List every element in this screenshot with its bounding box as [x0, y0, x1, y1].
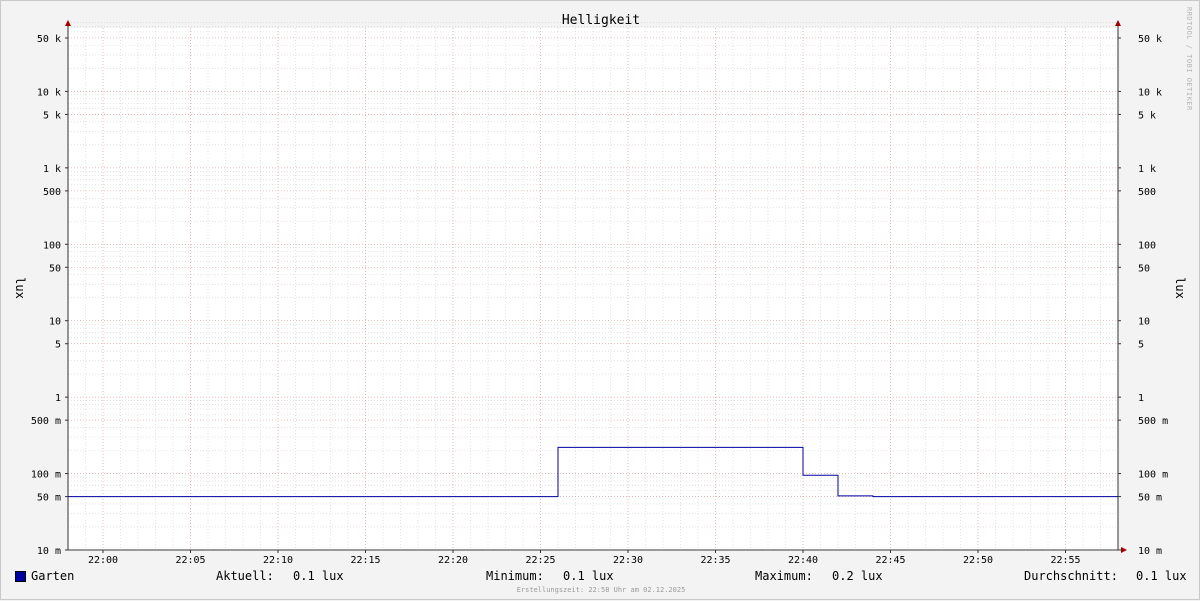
y-tick-labels-left: 50 k 10 k 5 k 1 k 500 100 50 10 5 1 500 m 100 m 50 m…: [31, 34, 61, 557]
watermark: RRDTOOL / TOBI OETIKER: [1185, 7, 1193, 111]
x-tick-labels: 22:00 22:05 22:10 22:15 22:20 22:25 22:30 22:35…: [88, 555, 1081, 566]
y-tick-label-right: 50 k: [1138, 34, 1162, 45]
y-axis-label-left: lux: [13, 277, 27, 299]
y-tick-labels-right: 50 k 10 k 5 k 1 k 500 100 50 10 5 1 500 m 100 m 50 m…: [1138, 34, 1168, 557]
y-tick-label-right: 500: [1138, 187, 1156, 198]
y-tick-label-right: 50: [1138, 263, 1150, 274]
y-tick-label-left: 5 k: [43, 110, 61, 121]
x-tick-label: 22:15: [350, 555, 380, 566]
x-tick-label: 22:35: [700, 555, 730, 566]
x-tick-label: 22:25: [525, 555, 555, 566]
y-tick-label-left: 1 k: [43, 164, 61, 175]
legend-durchschnitt-label: Durchschnitt:: [1024, 569, 1118, 583]
y-tick-label-right: 1 k: [1138, 164, 1156, 175]
x-tick-label: 22:45: [875, 555, 905, 566]
y-tick-label-right: 10 k: [1138, 87, 1162, 98]
y-tick-label-left: 50 k: [37, 34, 61, 45]
x-tick-label: 22:50: [963, 555, 993, 566]
y-tick-label-left: 1: [55, 393, 61, 404]
y-tick-label-right: 10 m: [1138, 546, 1162, 557]
y-axis-right-arrow: [1115, 20, 1121, 26]
y-tick-label-left: 10: [49, 317, 61, 328]
legend-swatch-garten: [15, 571, 26, 582]
legend-aktuell-value: 0.1 lux: [293, 569, 344, 583]
y-tick-label-left: 5: [55, 340, 61, 351]
legend-minimum-value: 0.1 lux: [563, 569, 614, 583]
footer-timestamp: Erstellungszeit: 22:58 Uhr am 02.12.2025: [516, 586, 686, 594]
x-tick-label: 22:10: [263, 555, 293, 566]
x-tick-label: 22:20: [438, 555, 468, 566]
y-tick-label-right: 1: [1138, 393, 1144, 404]
legend-durchschnitt-value: 0.1 lux: [1136, 569, 1187, 583]
legend-minimum-label: Minimum:: [486, 569, 544, 583]
y-axis-left-arrow: [65, 20, 71, 26]
y-tick-label-right: 10: [1138, 317, 1150, 328]
y-tick-label-left: 500 m: [31, 416, 61, 427]
y-tick-label-left: 10 m: [37, 546, 61, 557]
x-axis-arrow: [1121, 547, 1127, 553]
y-tick-label-right: 5 k: [1138, 110, 1156, 121]
y-tick-label-left: 500: [43, 187, 61, 198]
y-tick-label-right: 100 m: [1138, 470, 1168, 481]
x-tick-label: 22:40: [788, 555, 818, 566]
y-tick-label-left: 50: [49, 263, 61, 274]
x-tick-label: 22:05: [175, 555, 205, 566]
x-tick-label: 22:55: [1050, 555, 1080, 566]
y-axis-label-right: lux: [1173, 277, 1187, 299]
legend-maximum-value: 0.2 lux: [832, 569, 883, 583]
x-tick-label: 22:30: [613, 555, 643, 566]
y-tick-label-left: 10 k: [37, 87, 61, 98]
legend-series-name: Garten: [31, 569, 75, 583]
y-tick-label-right: 5: [1138, 340, 1144, 351]
brightness-chart: 50 k 10 k 5 k 1 k 500 100 50 10 5 1 500 m 100 m 50 m…: [13, 13, 1187, 566]
y-tick-label-left: 50 m: [37, 493, 61, 504]
y-tick-label-left: 100: [43, 240, 61, 251]
x-tick-label: 22:00: [88, 555, 118, 566]
y-tick-label-right: 50 m: [1138, 493, 1162, 504]
chart-frame: 50 k 10 k 5 k 1 k 500 100 50 10 5 1 500 m 100 m 50 m…: [0, 0, 1200, 600]
y-tick-label-right: 100: [1138, 240, 1156, 251]
legend-aktuell-label: Aktuell:: [216, 569, 274, 583]
y-tick-label-left: 100 m: [31, 470, 61, 481]
y-tick-label-right: 500 m: [1138, 416, 1168, 427]
chart-title: Helligkeit: [562, 13, 640, 28]
legend-maximum-label: Maximum:: [755, 569, 813, 583]
